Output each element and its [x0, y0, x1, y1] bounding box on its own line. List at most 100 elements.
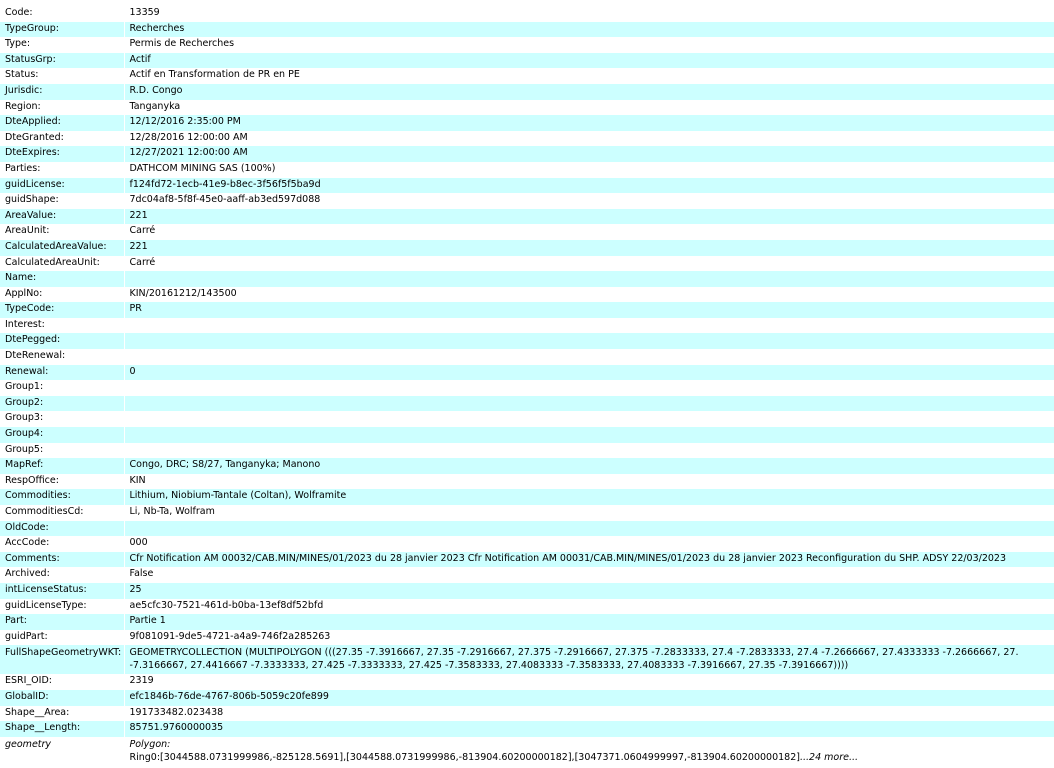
attribute-key: CommoditiesCd: [5, 506, 84, 517]
attribute-value: Actif [129, 53, 151, 65]
attribute-row-typegroup: TypeGroup: Recherches [0, 21, 1054, 38]
attribute-value [124, 380, 1054, 396]
attribute-row-statusgrp: StatusGrp: Actif [0, 52, 1054, 69]
geometry-ring: Ring0:[3044588.0731999986,-825128.5691],… [130, 751, 1054, 764]
attribute-value: 25 [129, 583, 142, 595]
attribute-value: 221 [129, 240, 148, 252]
attribute-value [124, 396, 1054, 412]
attribute-value: 9f081091-9de5-4721-a4a9-746f2a285263 [129, 630, 331, 642]
attribute-key: Group3: [5, 412, 44, 424]
attribute-row-region: Region: Tanganyka [0, 99, 1054, 116]
attribute-value [124, 333, 1054, 349]
attribute-row-code: Code: 13359 [0, 6, 1054, 22]
attribute-value: KIN [129, 474, 146, 486]
attribute-value: 0 [129, 365, 136, 377]
geometry-more-link[interactable]: ...24 more... [800, 752, 858, 763]
attribute-value: 12/27/2021 12:00:00 AM [129, 147, 248, 159]
attribute-value [124, 521, 1054, 537]
attribute-value: KIN/20161212/143500 [129, 287, 237, 299]
attribute-row-name: Name: [0, 271, 1054, 287]
attribute-value: Congo, DRC; S8/27, Tanganyka; Manono [129, 459, 321, 471]
attribute-row-group4: Group4: [0, 427, 1054, 443]
attribute-key: DteExpires: [5, 147, 60, 159]
attribute-key: Region: [5, 100, 41, 112]
attribute-row-jurisdic: Jurisdic: R.D. Congo [0, 83, 1054, 100]
attribute-key: Commodities: [5, 490, 71, 502]
attribute-key: Type: [5, 38, 31, 50]
attribute-value: 12/28/2016 12:00:00 AM [129, 131, 248, 143]
attribute-row-fullshapegeometrywkt: FullShapeGeometryWKT: GEOMETRYCOLLECTION … [0, 645, 1054, 675]
attribute-row-group3: Group3: [0, 411, 1054, 428]
attribute-key: MapRef: [5, 459, 44, 471]
attribute-key: Jurisdic: [5, 84, 43, 96]
attribute-key: intLicenseStatus: [5, 583, 87, 595]
attribute-row-typecode: TypeCode: PR [0, 302, 1054, 318]
attribute-value: f124fd72-1ecb-41e9-b8ec-3f56f5f5ba9d [129, 178, 321, 190]
attribute-row-group2: Group2: [0, 395, 1054, 412]
attribute-value: 221 [129, 209, 148, 221]
attribute-row-dtegranted: DteGranted: 12/28/2016 12:00:00 AM [0, 130, 1054, 147]
attribute-key: FullShapeGeometryWKT: [5, 647, 122, 659]
attribute-row-esri-oid: ESRI_OID: 2319 [0, 674, 1054, 690]
attribute-key: Interest: [5, 318, 45, 330]
attribute-value: DATHCOM MINING SAS (100%) [129, 162, 276, 174]
attribute-key: guidLicense: [5, 178, 65, 190]
attribute-key: GlobalID: [5, 690, 49, 702]
attribute-row-dteapplied: DteApplied: 12/12/2016 2:35:00 PM [0, 115, 1054, 131]
attribute-key: ApplNo: [5, 287, 43, 299]
attribute-value: 7dc04af8-5f8f-45e0-aaff-ab3ed597d088 [129, 194, 321, 206]
geometry-type: Polygon: [129, 738, 171, 750]
attribute-key: Archived: [5, 568, 50, 580]
attribute-key: Group4: [5, 428, 44, 440]
attribute-row-parties: Parties: DATHCOM MINING SAS (100%) [0, 161, 1054, 178]
attribute-key: CalculatedAreaValue: [5, 240, 107, 252]
attribute-key: Comments: [5, 552, 60, 564]
attribute-value: Carré [129, 256, 156, 268]
attribute-value [124, 427, 1054, 443]
attribute-key: TypeGroup: [5, 22, 59, 34]
attribute-key: AccCode: [5, 537, 50, 549]
attribute-row-applno: ApplNo: KIN/20161212/143500 [0, 286, 1054, 303]
attribute-value: 85751.9760000035 [129, 722, 224, 734]
attribute-value [124, 271, 1054, 287]
attribute-value [124, 349, 1054, 365]
attribute-row-guidlicense: guidLicense: f124fd72-1ecb-41e9-b8ec-3f56… [0, 177, 1054, 194]
attribute-value: False [129, 568, 154, 580]
wkt-line-1: GEOMETRYCOLLECTION (MULTIPOLYGON (((27.3… [129, 647, 1019, 659]
attribute-row-dteexpires: DteExpires: 12/27/2021 12:00:00 AM [0, 146, 1054, 162]
attribute-value: ae5cfc30-7521-461d-b0ba-13ef8df52bfd [129, 599, 324, 611]
attribute-key: AreaUnit: [5, 225, 50, 237]
attribute-key: geometry [5, 738, 52, 750]
attribute-row-shape-area: Shape__Area: 191733482.023438 [0, 705, 1054, 722]
attribute-row-respoffice: RespOffice: KIN [0, 473, 1054, 490]
attribute-row-calculatedareaunit: CalculatedAreaUnit: Carré [0, 255, 1054, 272]
attribute-key: Parties: [5, 162, 41, 174]
attribute-row-part: Part: Partie 1 [0, 614, 1054, 630]
attribute-key: DteApplied: [5, 116, 61, 128]
attribute-key: Group2: [5, 396, 44, 408]
attribute-value: Recherches [129, 22, 185, 34]
attribute-value [124, 318, 1054, 334]
attribute-value: Carré [129, 225, 156, 237]
attribute-row-interest: Interest: [0, 317, 1054, 334]
attribute-value: PR [129, 303, 142, 315]
attribute-value: Partie 1 [129, 615, 166, 627]
attribute-rows: Code: 13359 TypeGroup: Recherches Type: Permi… [0, 6, 1054, 766]
attribute-key: Renewal: [5, 365, 49, 377]
attribute-row-guidpart: guidPart: 9f081091-9de5-4721-a4a9-746f2a2… [0, 629, 1054, 646]
attribute-key: Name: [5, 272, 37, 284]
attribute-key: CalculatedAreaUnit: [5, 256, 100, 268]
attribute-row-commodities: Commodities: Lithium, Niobium-Tantale (Co… [0, 489, 1054, 505]
attribute-row-renewal: Renewal: 0 [0, 364, 1054, 381]
attribute-value: 191733482.023438 [129, 706, 224, 718]
attribute-key: DteGranted: [5, 131, 64, 143]
attribute-row-status: Status: Actif en Transformation de PR en … [0, 68, 1054, 84]
attribute-row-calculatedareavalue: CalculatedAreaValue: 221 [0, 239, 1054, 256]
attribute-value: Tanganyka [129, 100, 181, 112]
attribute-key: Group5: [5, 443, 44, 455]
attribute-value [124, 411, 1054, 427]
attribute-row-archived: Archived: False [0, 567, 1054, 583]
wkt-line-2: -7.3166667, 27.4416667 -7.3333333, 27.42… [129, 660, 849, 672]
attribute-value: 13359 [129, 7, 160, 18]
attribute-row-areaunit: AreaUnit: Carré [0, 224, 1054, 240]
